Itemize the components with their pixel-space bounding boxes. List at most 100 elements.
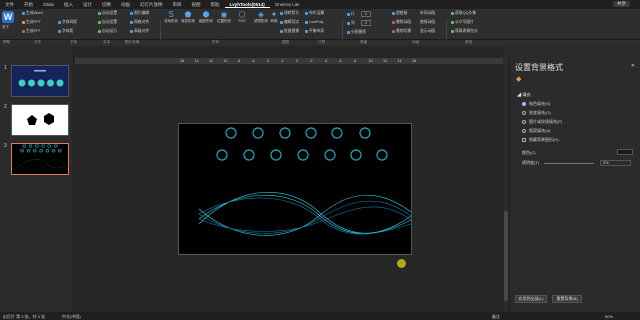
notes-button[interactable]: 备注 — [492, 314, 500, 320]
outline-circle[interactable] — [305, 127, 317, 139]
tab-islide[interactable]: iSlide — [38, 2, 59, 7]
reset-background-button[interactable]: 重置背景(B) — [552, 295, 582, 303]
generate-word-button[interactable]: 生成Word — [22, 11, 43, 16]
char-spacing-button[interactable]: 字体距 — [58, 29, 73, 34]
share-button[interactable]: 共享 — [613, 1, 630, 7]
outline-circle[interactable] — [350, 149, 362, 161]
slide-thumbnail-2[interactable] — [11, 104, 69, 136]
outline-circle[interactable] — [225, 127, 237, 139]
delete-animation-button[interactable]: 删除动画 — [392, 20, 411, 25]
scale-shape-button[interactable]: ⬢ 缩放形状 — [199, 11, 213, 24]
text-icon — [98, 21, 101, 24]
current-slide[interactable] — [178, 123, 412, 255]
get-qq-avatar-button[interactable]: 获取QQ头像 — [451, 11, 476, 16]
batch-replace-button[interactable]: 批量替换 — [280, 29, 299, 34]
picture-fill-radio[interactable]: 图片或纹理填充(P) — [522, 119, 562, 125]
thumb-circle — [39, 149, 43, 153]
zoom-level[interactable]: 50% — [605, 314, 613, 319]
show-animation-button[interactable]: 显示动画 — [420, 29, 435, 34]
outline-circle[interactable] — [216, 149, 228, 161]
tab-insert[interactable]: 插入 — [59, 2, 78, 8]
fill-bucket-icon[interactable]: ◆ — [516, 75, 521, 83]
scrollbar-thumb[interactable] — [504, 211, 508, 301]
emoji-avatar-button[interactable]: 获取表情包头 — [451, 29, 478, 34]
outline-circle[interactable] — [324, 149, 336, 161]
solid-fill-radio[interactable]: 纯色填充(S) — [522, 101, 550, 107]
outline-circle[interactable] — [297, 149, 309, 161]
slide-editor[interactable]: 16 14 12 10 8 6 4 2 0 2 4 6 8 10 12 14 16 — [75, 46, 509, 312]
transparency-input[interactable]: 0% — [600, 160, 631, 166]
balance-layout-button[interactable]: 平衡布局 — [305, 29, 324, 34]
grid-align-dropdown[interactable]: 网格对齐 — [130, 20, 149, 25]
auto-run-button[interactable]: 自动运行 — [98, 29, 117, 34]
outline-circle[interactable] — [270, 149, 282, 161]
color-picker-button[interactable] — [617, 149, 633, 155]
tab-transitions[interactable]: 切换 — [97, 2, 116, 8]
lvyh-logo-icon[interactable]: W — [2, 11, 14, 23]
line-to-arrow-button[interactable]: 线转箭头 — [280, 11, 299, 16]
delete-transition-button[interactable]: 删除切换 — [392, 29, 411, 34]
tab-view[interactable]: 视图 — [187, 2, 206, 8]
transparency-slider[interactable] — [544, 163, 594, 164]
convert-button[interactable]: ✦ 转换 — [270, 11, 278, 24]
group-animation: 动画 — [412, 40, 420, 44]
outline-circle[interactable] — [376, 149, 388, 161]
wave-line[interactable] — [198, 206, 412, 232]
apply-to-all-button[interactable]: 应用到全部(L) — [515, 295, 547, 303]
ruler-tick-label: 2 — [310, 58, 313, 63]
outline-circle[interactable] — [252, 127, 264, 139]
col-count-input[interactable]: 2 — [361, 20, 372, 26]
tab-lvyhtools[interactable]: LvyhTools(0514) — [224, 2, 270, 8]
curve-animation-button[interactable]: 曲线动画 — [420, 20, 435, 25]
outline-circle[interactable] — [359, 127, 371, 139]
tab-review[interactable]: 审阅 — [168, 2, 187, 8]
slide-thumbnail-3[interactable] — [11, 143, 69, 175]
lowpoly-icon — [305, 20, 308, 24]
ruler-tick-label: 16 — [412, 58, 416, 63]
tab-help[interactable]: 帮助 — [206, 2, 225, 8]
tab-slideshow[interactable]: 幻灯片放映 — [135, 2, 168, 8]
position-shape-button[interactable]: ◉ 位置形状 — [217, 11, 231, 24]
wave-line[interactable] — [198, 192, 412, 234]
advanced-align-dropdown[interactable]: 高级对齐 — [130, 29, 149, 34]
filter-shape-button[interactable]: ◈ 滤镜形状 — [254, 11, 268, 24]
pattern-fill-radio[interactable]: 图案填充(A) — [522, 128, 550, 134]
generate-ppt2-button[interactable]: 生成PPT — [22, 29, 41, 34]
auto-size-button[interactable]: 自动设置 — [98, 11, 117, 16]
font-spacing-button[interactable]: 字体间距 — [58, 20, 77, 25]
gradient-fill-radio[interactable]: 渐变填充(G) — [522, 110, 551, 116]
tab-design[interactable]: 设计 — [78, 2, 97, 8]
close-icon[interactable]: ✕ — [631, 63, 635, 69]
edit-points-button[interactable]: 编辑顶点 — [280, 20, 299, 25]
language-indicator[interactable]: 中文(中国) — [62, 314, 81, 320]
boolean-button[interactable]: 布尔运算 — [305, 11, 324, 16]
flow-shape-button[interactable]: S 流动形状 — [164, 11, 178, 24]
hyperlink-button[interactable]: 超链接 — [392, 11, 407, 16]
tab-file[interactable]: 文件 — [0, 2, 19, 8]
thumb-circle — [53, 144, 58, 148]
tab-animations[interactable]: 动画 — [116, 2, 135, 8]
outline-circle[interactable] — [331, 127, 343, 139]
ruler-tick-label: 14 — [397, 58, 402, 63]
slide-thumbnail-1[interactable] — [11, 65, 69, 97]
lowpoly-button[interactable]: LowPoly — [305, 20, 323, 24]
auto-fit-button[interactable]: 自动设置 — [98, 20, 117, 25]
outline-circle[interactable] — [279, 127, 291, 139]
picture-edit-dropdown[interactable]: 图片编辑 — [130, 11, 149, 16]
hide-background-checkbox[interactable]: 隐藏背景图形(H) — [522, 137, 559, 143]
wechat-image-button[interactable]: 公众号图片 — [451, 20, 474, 25]
about-label[interactable]: 关于 — [2, 25, 9, 30]
wave-line[interactable] — [198, 194, 412, 234]
tab-onekey[interactable]: OneKey Lite — [270, 2, 305, 7]
split-shape-button[interactable]: 分割图形 — [347, 30, 366, 35]
ppt-icon — [22, 30, 25, 33]
svg-button[interactable]: ⬡ SVG — [238, 11, 246, 24]
outline-circle[interactable] — [243, 149, 255, 161]
generate-ppt-button[interactable]: 生成PPT — [22, 20, 41, 25]
row-count-input[interactable]: 2 — [361, 11, 372, 17]
thumb-circle — [57, 149, 62, 153]
tab-home[interactable]: 开始 — [19, 2, 38, 8]
gradient-shape-button[interactable]: ⬟ 渐变形状 — [181, 11, 195, 24]
fill-section-header[interactable]: ◢ 填充 — [517, 92, 531, 98]
tween-animation-button[interactable]: 补间动画 — [420, 11, 435, 16]
